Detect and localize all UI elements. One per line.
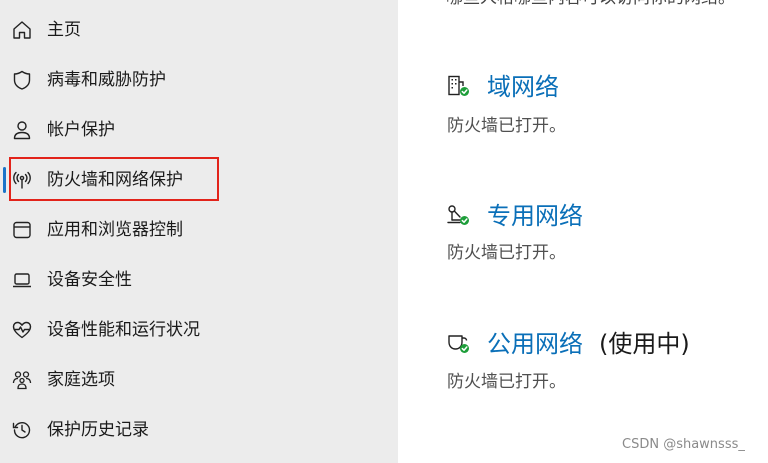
private-network-status: 防火墙已打开。: [447, 243, 566, 263]
watermark: CSDN @shawnsss_: [622, 437, 745, 452]
public-network-icon: [446, 331, 470, 355]
private-network-link[interactable]: 专用网络: [487, 201, 583, 231]
history-icon: [11, 419, 33, 441]
sidebar-item-label: 病毒和威胁防护: [47, 70, 166, 90]
family-icon: [11, 369, 33, 391]
public-network-link[interactable]: 公用网络: [487, 329, 583, 359]
heart-pulse-icon: [11, 319, 33, 341]
in-use-label: (使用中): [599, 330, 690, 358]
domain-network-status: 防火墙已打开。: [447, 116, 566, 136]
sidebar-item-device-security[interactable]: 设备安全性: [0, 260, 398, 300]
person-icon: [11, 119, 33, 141]
sidebar-item-family-options[interactable]: 家庭选项: [0, 360, 398, 400]
sidebar-item-home[interactable]: 主页: [0, 10, 398, 50]
sidebar-item-label: 帐户保护: [47, 120, 115, 140]
sidebar-item-label: 设备性能和运行状况: [47, 320, 200, 340]
sidebar-item-app-browser-control[interactable]: 应用和浏览器控制: [0, 210, 398, 250]
public-network-status: 防火墙已打开。: [447, 372, 566, 392]
private-network-icon: [446, 203, 470, 227]
cut-off-description: 哪些人格哪些内容可以访问你的网络。: [446, 0, 735, 8]
laptop-icon: [11, 269, 33, 291]
sidebar-item-device-health[interactable]: 设备性能和运行状况: [0, 310, 398, 350]
home-icon: [11, 19, 33, 41]
sidebar-item-label: 保护历史记录: [47, 420, 149, 440]
app-window-icon: [11, 219, 33, 241]
sidebar-item-label: 主页: [47, 20, 81, 40]
sidebar-item-virus-protection[interactable]: 病毒和威胁防护: [0, 60, 398, 100]
sidebar-item-label: 设备安全性: [47, 270, 132, 290]
sidebar: 主页 病毒和威胁防护 帐户保护 防火墙和网络保护 应用和浏览器控制 设备安全性 …: [0, 0, 398, 463]
sidebar-item-protection-history[interactable]: 保护历史记录: [0, 410, 398, 450]
domain-network-link[interactable]: 域网络: [487, 72, 559, 102]
sidebar-item-account-protection[interactable]: 帐户保护: [0, 110, 398, 150]
sidebar-item-label: 应用和浏览器控制: [47, 220, 183, 240]
sidebar-item-label: 家庭选项: [47, 370, 115, 390]
highlight-box: [9, 157, 219, 201]
domain-network-icon: [446, 74, 470, 98]
shield-icon: [11, 69, 33, 91]
